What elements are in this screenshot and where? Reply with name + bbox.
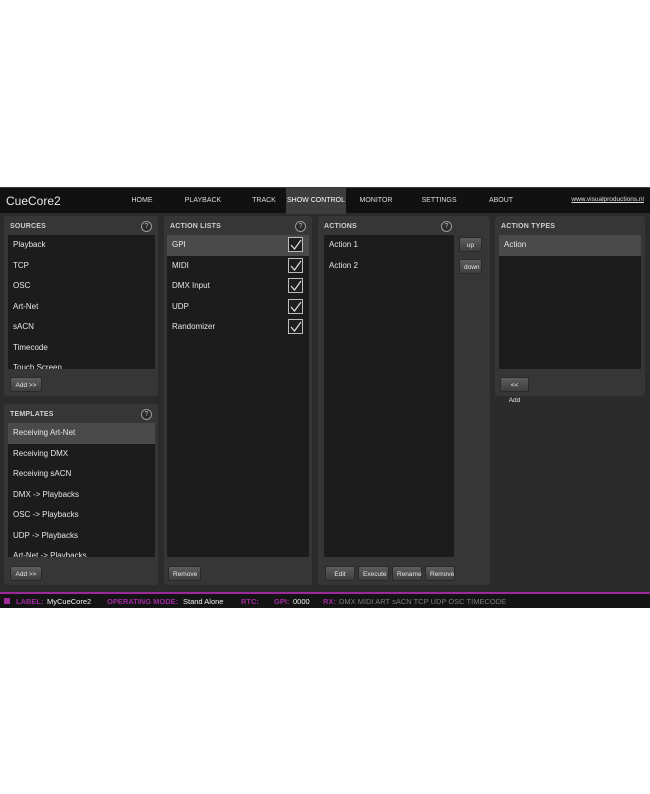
- template-item[interactable]: DMX -> Playbacks: [8, 485, 155, 506]
- actions-list: Action 1 Action 2: [324, 235, 454, 557]
- sources-help-icon[interactable]: ?: [141, 221, 152, 232]
- action-lists-title: ACTION LISTS: [170, 223, 222, 230]
- sources-add-button[interactable]: Add >>: [10, 377, 42, 392]
- checkmark-icon: [290, 239, 302, 250]
- action-list-checkbox[interactable]: [288, 298, 303, 314]
- action-list-label: MIDI: [172, 260, 189, 270]
- templates-help-icon[interactable]: ?: [141, 409, 152, 420]
- action-list-checkbox[interactable]: [288, 237, 303, 252]
- top-bar: CueCore2 HOME PLAYBACK TRACK SHOW CONTRO…: [0, 187, 650, 214]
- actions-title: ACTIONS: [324, 223, 357, 230]
- templates-title: TEMPLATES: [10, 411, 54, 418]
- action-list-label: GPI: [172, 240, 186, 249]
- cuecore-app: CueCore2 HOME PLAYBACK TRACK SHOW CONTRO…: [0, 187, 650, 608]
- status-mode-key: OPERATING MODE:: [107, 597, 179, 606]
- templates-panel: TEMPLATES ? Receiving Art-Net Receiving …: [4, 404, 158, 585]
- checkmark-icon: [290, 260, 302, 271]
- action-list-label: DMX Input: [172, 281, 210, 290]
- action-types-add-button[interactable]: << Add: [500, 377, 529, 404]
- status-bar: LABEL: MyCueCore2 OPERATING MODE: Stand …: [0, 592, 650, 608]
- template-item[interactable]: Receiving sACN: [8, 464, 155, 485]
- checkmark-icon: [290, 301, 302, 312]
- actions-remove-button[interactable]: Remove: [425, 566, 455, 581]
- template-item[interactable]: Receiving Art-Net: [8, 423, 155, 444]
- sources-list: Playback TCP OSC Art-Net sACN Timecode T…: [8, 235, 155, 369]
- action-list-item[interactable]: DMX Input: [167, 276, 309, 297]
- actions-rename-button[interactable]: Rename: [392, 566, 422, 581]
- checkmark-icon: [290, 280, 302, 291]
- nav-track[interactable]: TRACK: [242, 188, 286, 214]
- source-item[interactable]: OSC: [8, 276, 155, 297]
- action-lists-remove-button[interactable]: Remove: [168, 566, 201, 581]
- action-item[interactable]: Action 1: [324, 235, 454, 256]
- actions-help-icon[interactable]: ?: [441, 221, 452, 232]
- status-mode-value: Stand Alone: [183, 597, 224, 606]
- nav-settings[interactable]: SETTINGS: [406, 188, 472, 214]
- template-item[interactable]: Art-Net -> Playbacks: [8, 546, 155, 557]
- action-list-item[interactable]: GPI: [167, 235, 309, 256]
- nav-show-control[interactable]: SHOW CONTROL: [286, 188, 346, 214]
- checkmark-icon: [290, 321, 302, 332]
- actions-edit-button[interactable]: Edit: [325, 566, 355, 581]
- action-lists-list: GPI MIDI DMX Input UDP Randomizer: [167, 235, 309, 557]
- actions-execute-button[interactable]: Execute: [358, 566, 389, 581]
- action-list-label: Randomizer: [172, 322, 216, 331]
- status-gpi-key: GPI:: [274, 597, 290, 606]
- nav-about[interactable]: ABOUT: [472, 188, 530, 214]
- website-link[interactable]: www.visualproductions.nl: [571, 196, 644, 203]
- action-list-item[interactable]: UDP: [167, 297, 309, 318]
- status-label-value: MyCueCore2: [47, 597, 92, 606]
- action-type-item[interactable]: Action: [499, 235, 641, 256]
- source-item[interactable]: sACN: [8, 317, 155, 338]
- action-types-panel: ACTION TYPES Action << Add: [495, 216, 645, 404]
- templates-list: Receiving Art-Net Receiving DMX Receivin…: [8, 423, 155, 557]
- nav-home[interactable]: HOME: [120, 188, 164, 214]
- action-list-label: UDP: [172, 301, 189, 311]
- action-types-title: ACTION TYPES: [501, 223, 556, 230]
- sources-panel: SOURCES ? Playback TCP OSC Art-Net sACN …: [4, 216, 158, 396]
- move-up-button[interactable]: up: [459, 237, 482, 252]
- action-list-checkbox[interactable]: [288, 257, 303, 273]
- status-gpi-value: 0000: [293, 597, 310, 606]
- status-rx-items: DMX MIDI ART sACN TCP UDP OSC TIMECODE: [339, 597, 507, 606]
- template-item[interactable]: OSC -> Playbacks: [8, 505, 155, 526]
- action-list-checkbox[interactable]: [288, 278, 303, 293]
- actions-panel: ACTIONS ? Action 1 Action 2 up down Edit…: [318, 216, 490, 585]
- source-item[interactable]: Touch Screen: [8, 358, 155, 369]
- templates-add-button[interactable]: Add >>: [10, 566, 42, 581]
- app-title: CueCore2: [6, 194, 61, 208]
- sources-title: SOURCES: [10, 223, 47, 230]
- source-item[interactable]: Playback: [8, 235, 155, 256]
- status-label-key: LABEL:: [16, 597, 44, 606]
- action-item[interactable]: Action 2: [324, 256, 454, 277]
- action-lists-panel: ACTION LISTS ? GPI MIDI DMX Input UDP Ra…: [164, 216, 312, 585]
- action-list-item[interactable]: Randomizer: [167, 317, 309, 338]
- action-list-item[interactable]: MIDI: [167, 256, 309, 277]
- source-item[interactable]: Timecode: [8, 338, 155, 359]
- move-down-button[interactable]: down: [459, 259, 482, 274]
- nav-monitor[interactable]: MONITOR: [346, 188, 406, 214]
- status-rtc-key: RTC:: [241, 597, 259, 606]
- action-lists-help-icon[interactable]: ?: [295, 221, 306, 232]
- action-types-list: Action: [499, 235, 641, 369]
- template-item[interactable]: UDP -> Playbacks: [8, 526, 155, 547]
- main-nav: HOME PLAYBACK TRACK SHOW CONTROL MONITOR…: [120, 188, 530, 214]
- source-item[interactable]: TCP: [8, 256, 155, 277]
- status-rx-key: RX:: [323, 597, 336, 606]
- template-item[interactable]: Receiving DMX: [8, 444, 155, 465]
- nav-playback[interactable]: PLAYBACK: [164, 188, 242, 214]
- action-list-checkbox[interactable]: [288, 319, 303, 334]
- source-item[interactable]: Art-Net: [8, 297, 155, 318]
- status-indicator-icon: [4, 598, 10, 604]
